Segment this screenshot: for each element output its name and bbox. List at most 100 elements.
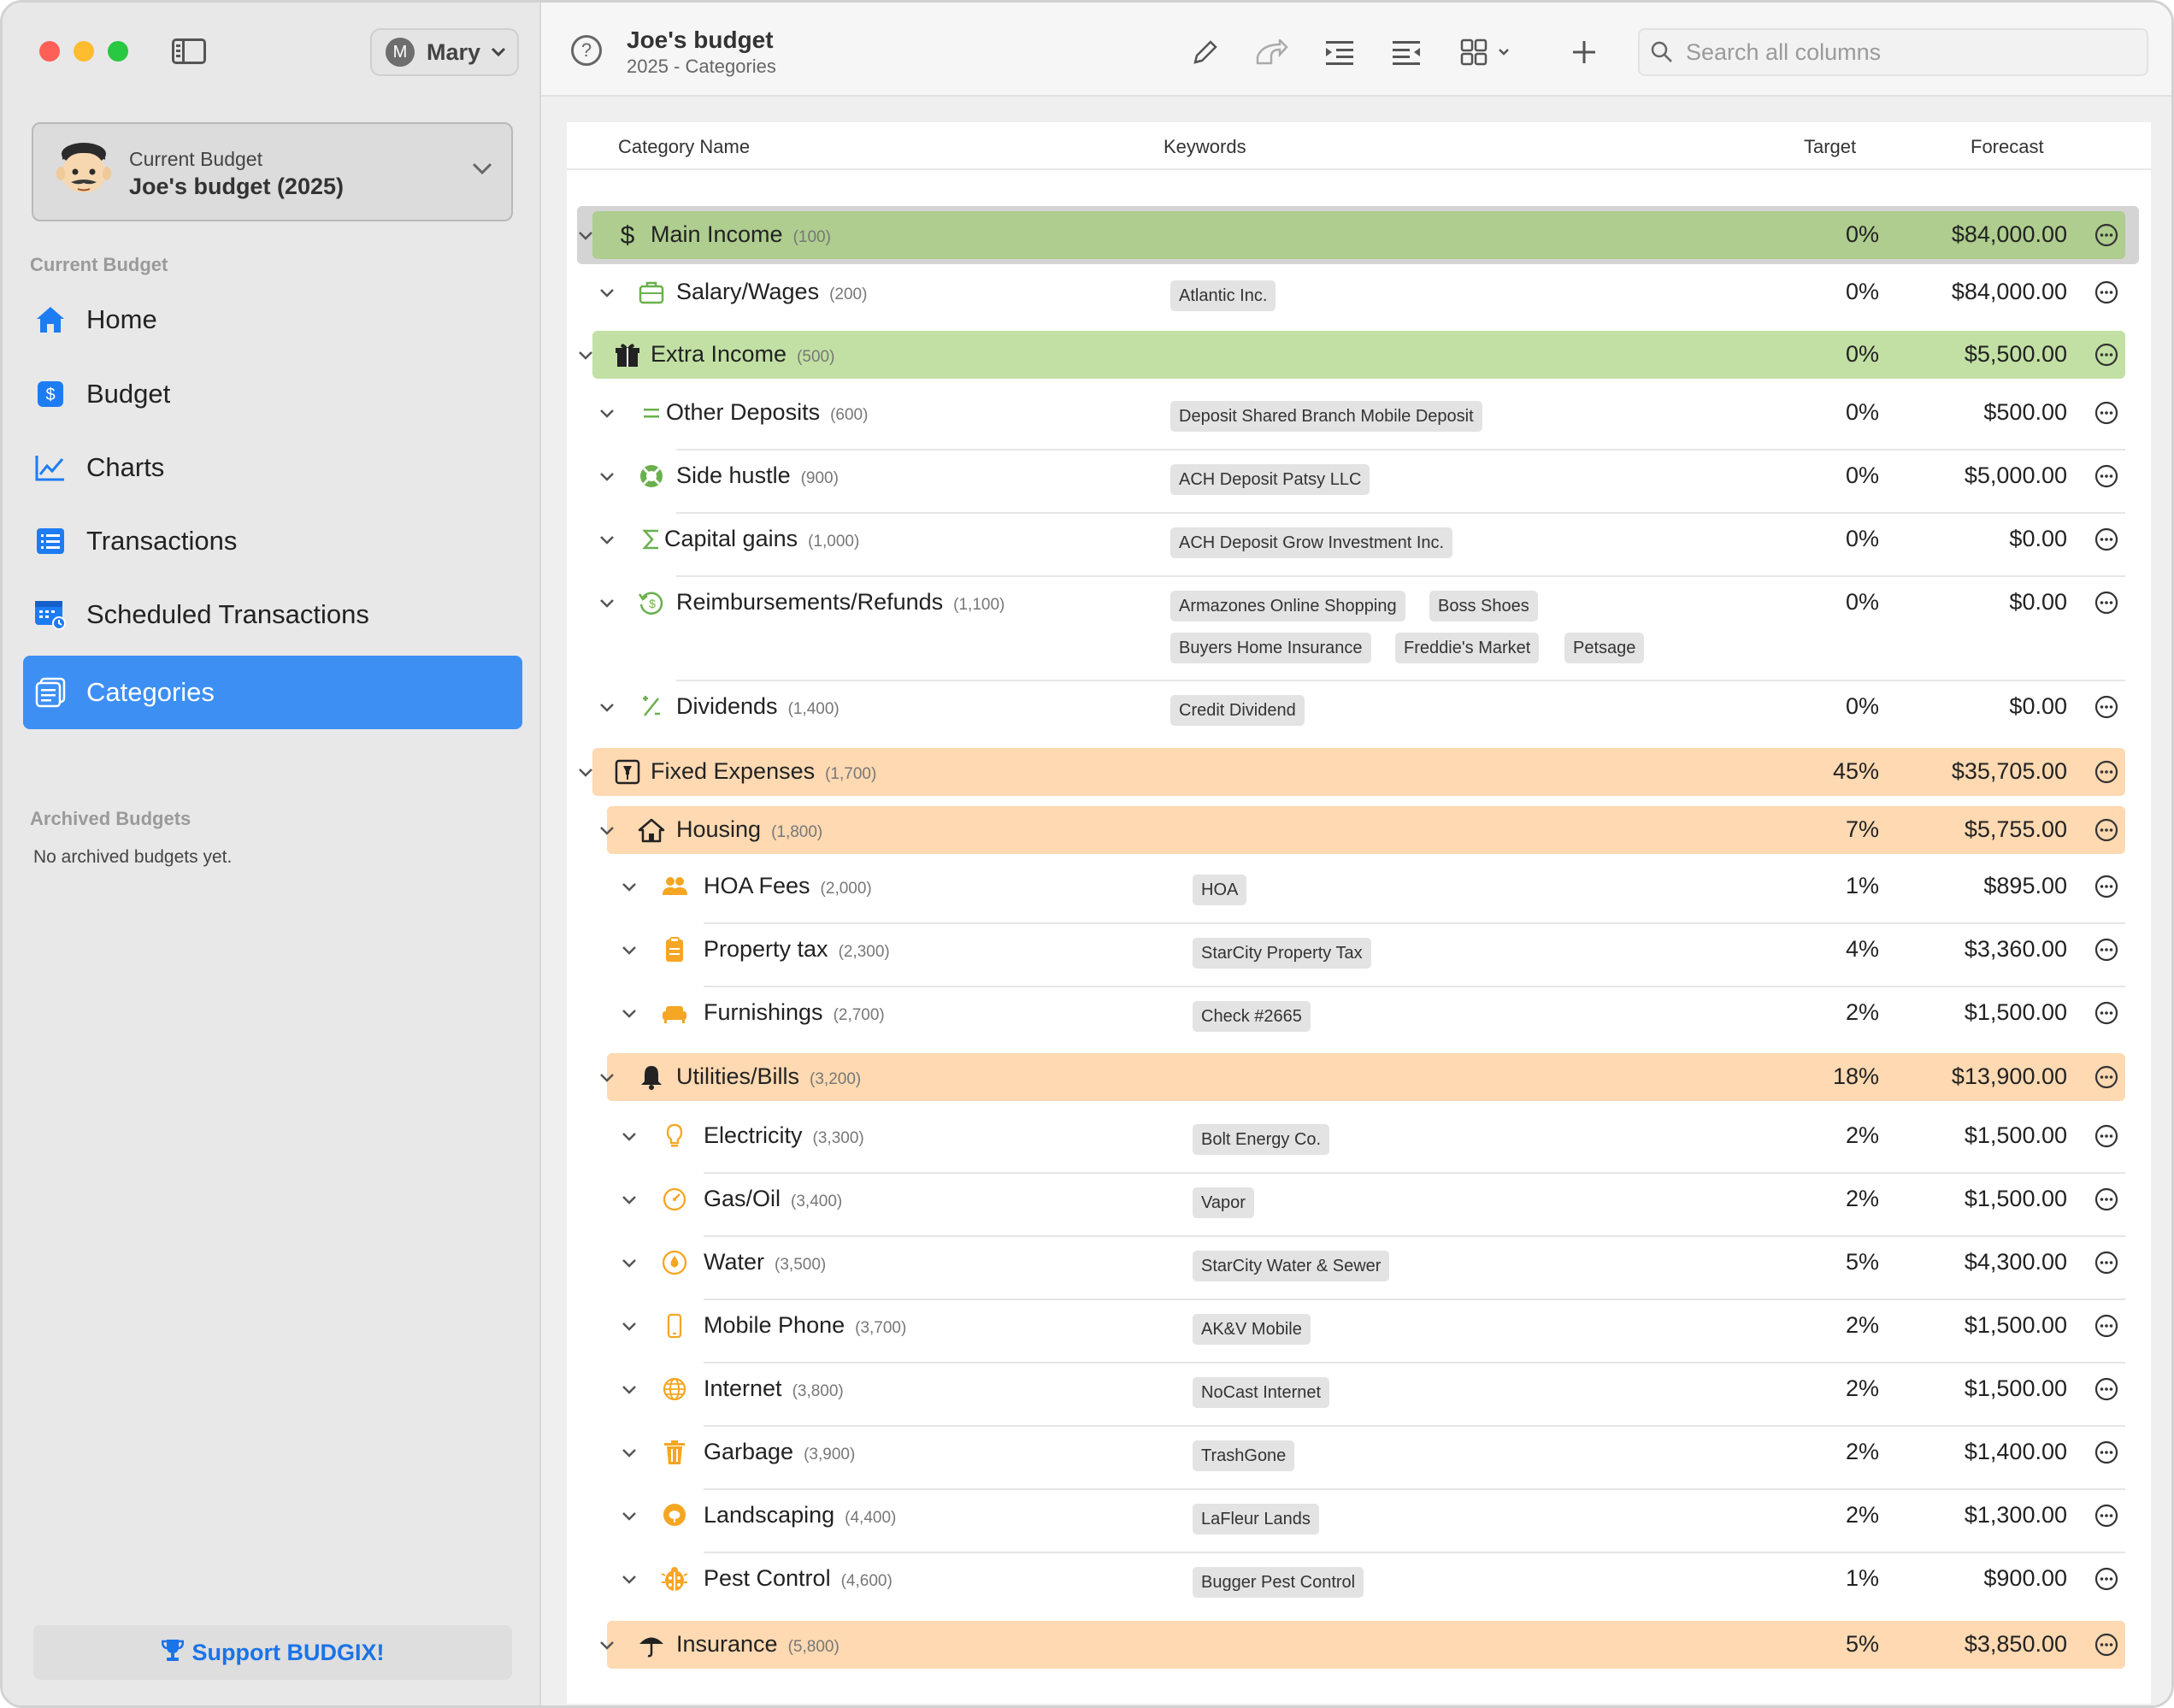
category-row[interactable]: Capital gains (1,000) ACH Deposit Grow Inv…: [567, 514, 2151, 577]
outdent-icon[interactable]: [1387, 33, 1425, 71]
chevron-down-icon[interactable]: [598, 1069, 616, 1087]
category-row[interactable]: Landscaping (4,400) LaFleur Lands 2% $1,300.…: [567, 1490, 2151, 1553]
chevron-down-icon[interactable]: [598, 699, 616, 716]
category-row[interactable]: Side hustle (900) ACH Deposit Patsy LLC 0% $…: [567, 451, 2151, 514]
category-group-row[interactable]: $ Main Income (100) 0% $84,000.00: [567, 206, 2151, 264]
category-row[interactable]: Dividends (1,400) Credit Dividend 0% $0.00: [567, 681, 2151, 745]
more-options-icon[interactable]: [2094, 760, 2118, 784]
category-group-row[interactable]: Utilities/Bills (3,200) 18% $13,900.00: [567, 1050, 2151, 1104]
more-options-icon[interactable]: [2094, 527, 2118, 551]
current-budget-selector[interactable]: Current Budget Joe's budget (2025): [32, 122, 513, 221]
keyword-tag[interactable]: AK&V Mobile: [1193, 1314, 1311, 1345]
chevron-down-icon[interactable]: [621, 1005, 638, 1022]
help-icon[interactable]: ?: [571, 35, 602, 66]
keyword-tag[interactable]: ACH Deposit Patsy LLC: [1170, 464, 1370, 495]
chevron-down-icon[interactable]: [621, 1445, 638, 1462]
more-options-icon[interactable]: [2094, 1065, 2118, 1089]
keyword-tag[interactable]: Buyers Home Insurance: [1170, 633, 1371, 663]
pencil-icon[interactable]: [1187, 33, 1224, 71]
chevron-down-icon[interactable]: [598, 595, 616, 612]
keyword-tag[interactable]: HOA: [1193, 875, 1247, 905]
keyword-tag[interactable]: StarCity Property Tax: [1193, 938, 1371, 969]
header-keywords[interactable]: Keywords: [1164, 136, 1246, 158]
grid-view-icon[interactable]: [1458, 33, 1518, 71]
chevron-down-icon[interactable]: [598, 532, 616, 549]
sidebar-item-charts[interactable]: Charts: [23, 431, 522, 504]
close-window-button[interactable]: [39, 41, 60, 62]
more-options-icon[interactable]: [2094, 1633, 2118, 1657]
more-options-icon[interactable]: [2094, 1187, 2118, 1211]
more-options-icon[interactable]: [2094, 464, 2118, 488]
more-options-icon[interactable]: [2094, 591, 2118, 615]
sidebar-item-categories[interactable]: Categories: [23, 656, 522, 729]
keyword-tag[interactable]: Bugger Pest Control: [1193, 1567, 1364, 1598]
chevron-down-icon[interactable]: [621, 1128, 638, 1146]
category-row[interactable]: Electricity (3,300) Bolt Energy Co. 2% $1,50…: [567, 1110, 2151, 1174]
more-options-icon[interactable]: [2094, 1504, 2118, 1528]
more-options-icon[interactable]: [2094, 223, 2118, 247]
category-group-row[interactable]: Extra Income (500) 0% $5,500.00: [567, 327, 2151, 382]
more-options-icon[interactable]: [2094, 401, 2118, 425]
category-group-row[interactable]: Insurance (5,800) 5% $3,850.00: [567, 1617, 2151, 1672]
keyword-tag[interactable]: ACH Deposit Grow Investment Inc.: [1170, 527, 1453, 558]
category-row[interactable]: Salary/Wages (200) Atlantic Inc. 0% $84,000.…: [567, 267, 2151, 330]
category-row[interactable]: Property tax (2,300) StarCity Property Tax…: [567, 924, 2151, 987]
indent-icon[interactable]: [1321, 33, 1358, 71]
keyword-tag[interactable]: Freddie's Market: [1395, 633, 1540, 663]
header-forecast[interactable]: Forecast: [1971, 136, 2044, 158]
zoom-window-button[interactable]: [108, 41, 128, 62]
chevron-down-icon[interactable]: [621, 1381, 638, 1399]
chevron-down-icon[interactable]: [621, 879, 638, 896]
more-options-icon[interactable]: [2094, 875, 2118, 898]
more-options-icon[interactable]: [2094, 1440, 2118, 1464]
chevron-down-icon[interactable]: [598, 405, 616, 422]
keyword-tag[interactable]: Credit Dividend: [1170, 695, 1305, 726]
chevron-down-icon[interactable]: [577, 764, 594, 781]
keyword-tag[interactable]: Vapor: [1193, 1187, 1254, 1218]
header-category-name[interactable]: Category Name: [618, 136, 750, 158]
more-options-icon[interactable]: [2094, 1567, 2118, 1591]
keyword-tag[interactable]: Check #2665: [1193, 1001, 1311, 1032]
chevron-down-icon[interactable]: [621, 1255, 638, 1272]
keyword-tag[interactable]: Armazones Online Shopping: [1170, 591, 1405, 621]
sidebar-item-transactions[interactable]: Transactions: [23, 504, 522, 578]
category-row[interactable]: Internet (3,800) NoCast Internet 2% $1,500.0…: [567, 1363, 2151, 1427]
sidebar-item-home[interactable]: Home: [23, 283, 522, 356]
keyword-tag[interactable]: Deposit Shared Branch Mobile Deposit: [1170, 401, 1482, 432]
user-menu-button[interactable]: M Mary: [370, 28, 519, 76]
more-options-icon[interactable]: [2094, 1001, 2118, 1025]
minimize-window-button[interactable]: [74, 41, 94, 62]
keyword-tag[interactable]: NoCast Internet: [1193, 1377, 1330, 1408]
chevron-down-icon[interactable]: [621, 1192, 638, 1209]
keyword-tag[interactable]: StarCity Water & Sewer: [1193, 1251, 1390, 1281]
header-target[interactable]: Target: [1804, 136, 1856, 158]
category-row[interactable]: Furnishings (2,700) Check #2665 2% $1,500.00: [567, 987, 2151, 1051]
sidebar-toggle-icon[interactable]: [172, 38, 206, 64]
keyword-tag[interactable]: Bolt Energy Co.: [1193, 1124, 1330, 1155]
support-button[interactable]: Support BUDGIX!: [33, 1625, 512, 1680]
chevron-down-icon[interactable]: [598, 1637, 616, 1654]
category-row[interactable]: Pest Control (4,600) Bugger Pest Control 1%…: [567, 1553, 2151, 1617]
keyword-tag[interactable]: Atlantic Inc.: [1170, 280, 1276, 311]
more-options-icon[interactable]: [2094, 938, 2118, 962]
sidebar-item-scheduled-transactions[interactable]: Scheduled Transactions: [23, 578, 522, 651]
chevron-down-icon[interactable]: [621, 1318, 638, 1335]
category-row[interactable]: Garbage (3,900) TrashGone 2% $1,400.00: [567, 1427, 2151, 1490]
more-options-icon[interactable]: [2094, 695, 2118, 719]
chevron-down-icon[interactable]: [621, 942, 638, 959]
category-row[interactable]: HOA Fees (2,000) HOA 1% $895.00: [567, 861, 2151, 924]
chevron-down-icon[interactable]: [598, 822, 616, 839]
chevron-down-icon[interactable]: [598, 468, 616, 486]
more-options-icon[interactable]: [2094, 1124, 2118, 1148]
category-row[interactable]: Other Deposits (600) Deposit Shared Branch…: [567, 387, 2151, 451]
keyword-tag[interactable]: LaFleur Lands: [1193, 1504, 1319, 1534]
category-row[interactable]: Mobile Phone (3,700) AK&V Mobile 2% $1,500.0…: [567, 1300, 2151, 1363]
share-arrow-icon[interactable]: [1253, 33, 1291, 71]
category-group-row[interactable]: Housing (1,800) 7% $5,755.00: [567, 803, 2151, 857]
chevron-down-icon[interactable]: [598, 285, 616, 302]
more-options-icon[interactable]: [2094, 343, 2118, 367]
more-options-icon[interactable]: [2094, 818, 2118, 842]
more-options-icon[interactable]: [2094, 1314, 2118, 1338]
chevron-down-icon[interactable]: [621, 1571, 638, 1588]
chevron-down-icon[interactable]: [577, 347, 594, 364]
